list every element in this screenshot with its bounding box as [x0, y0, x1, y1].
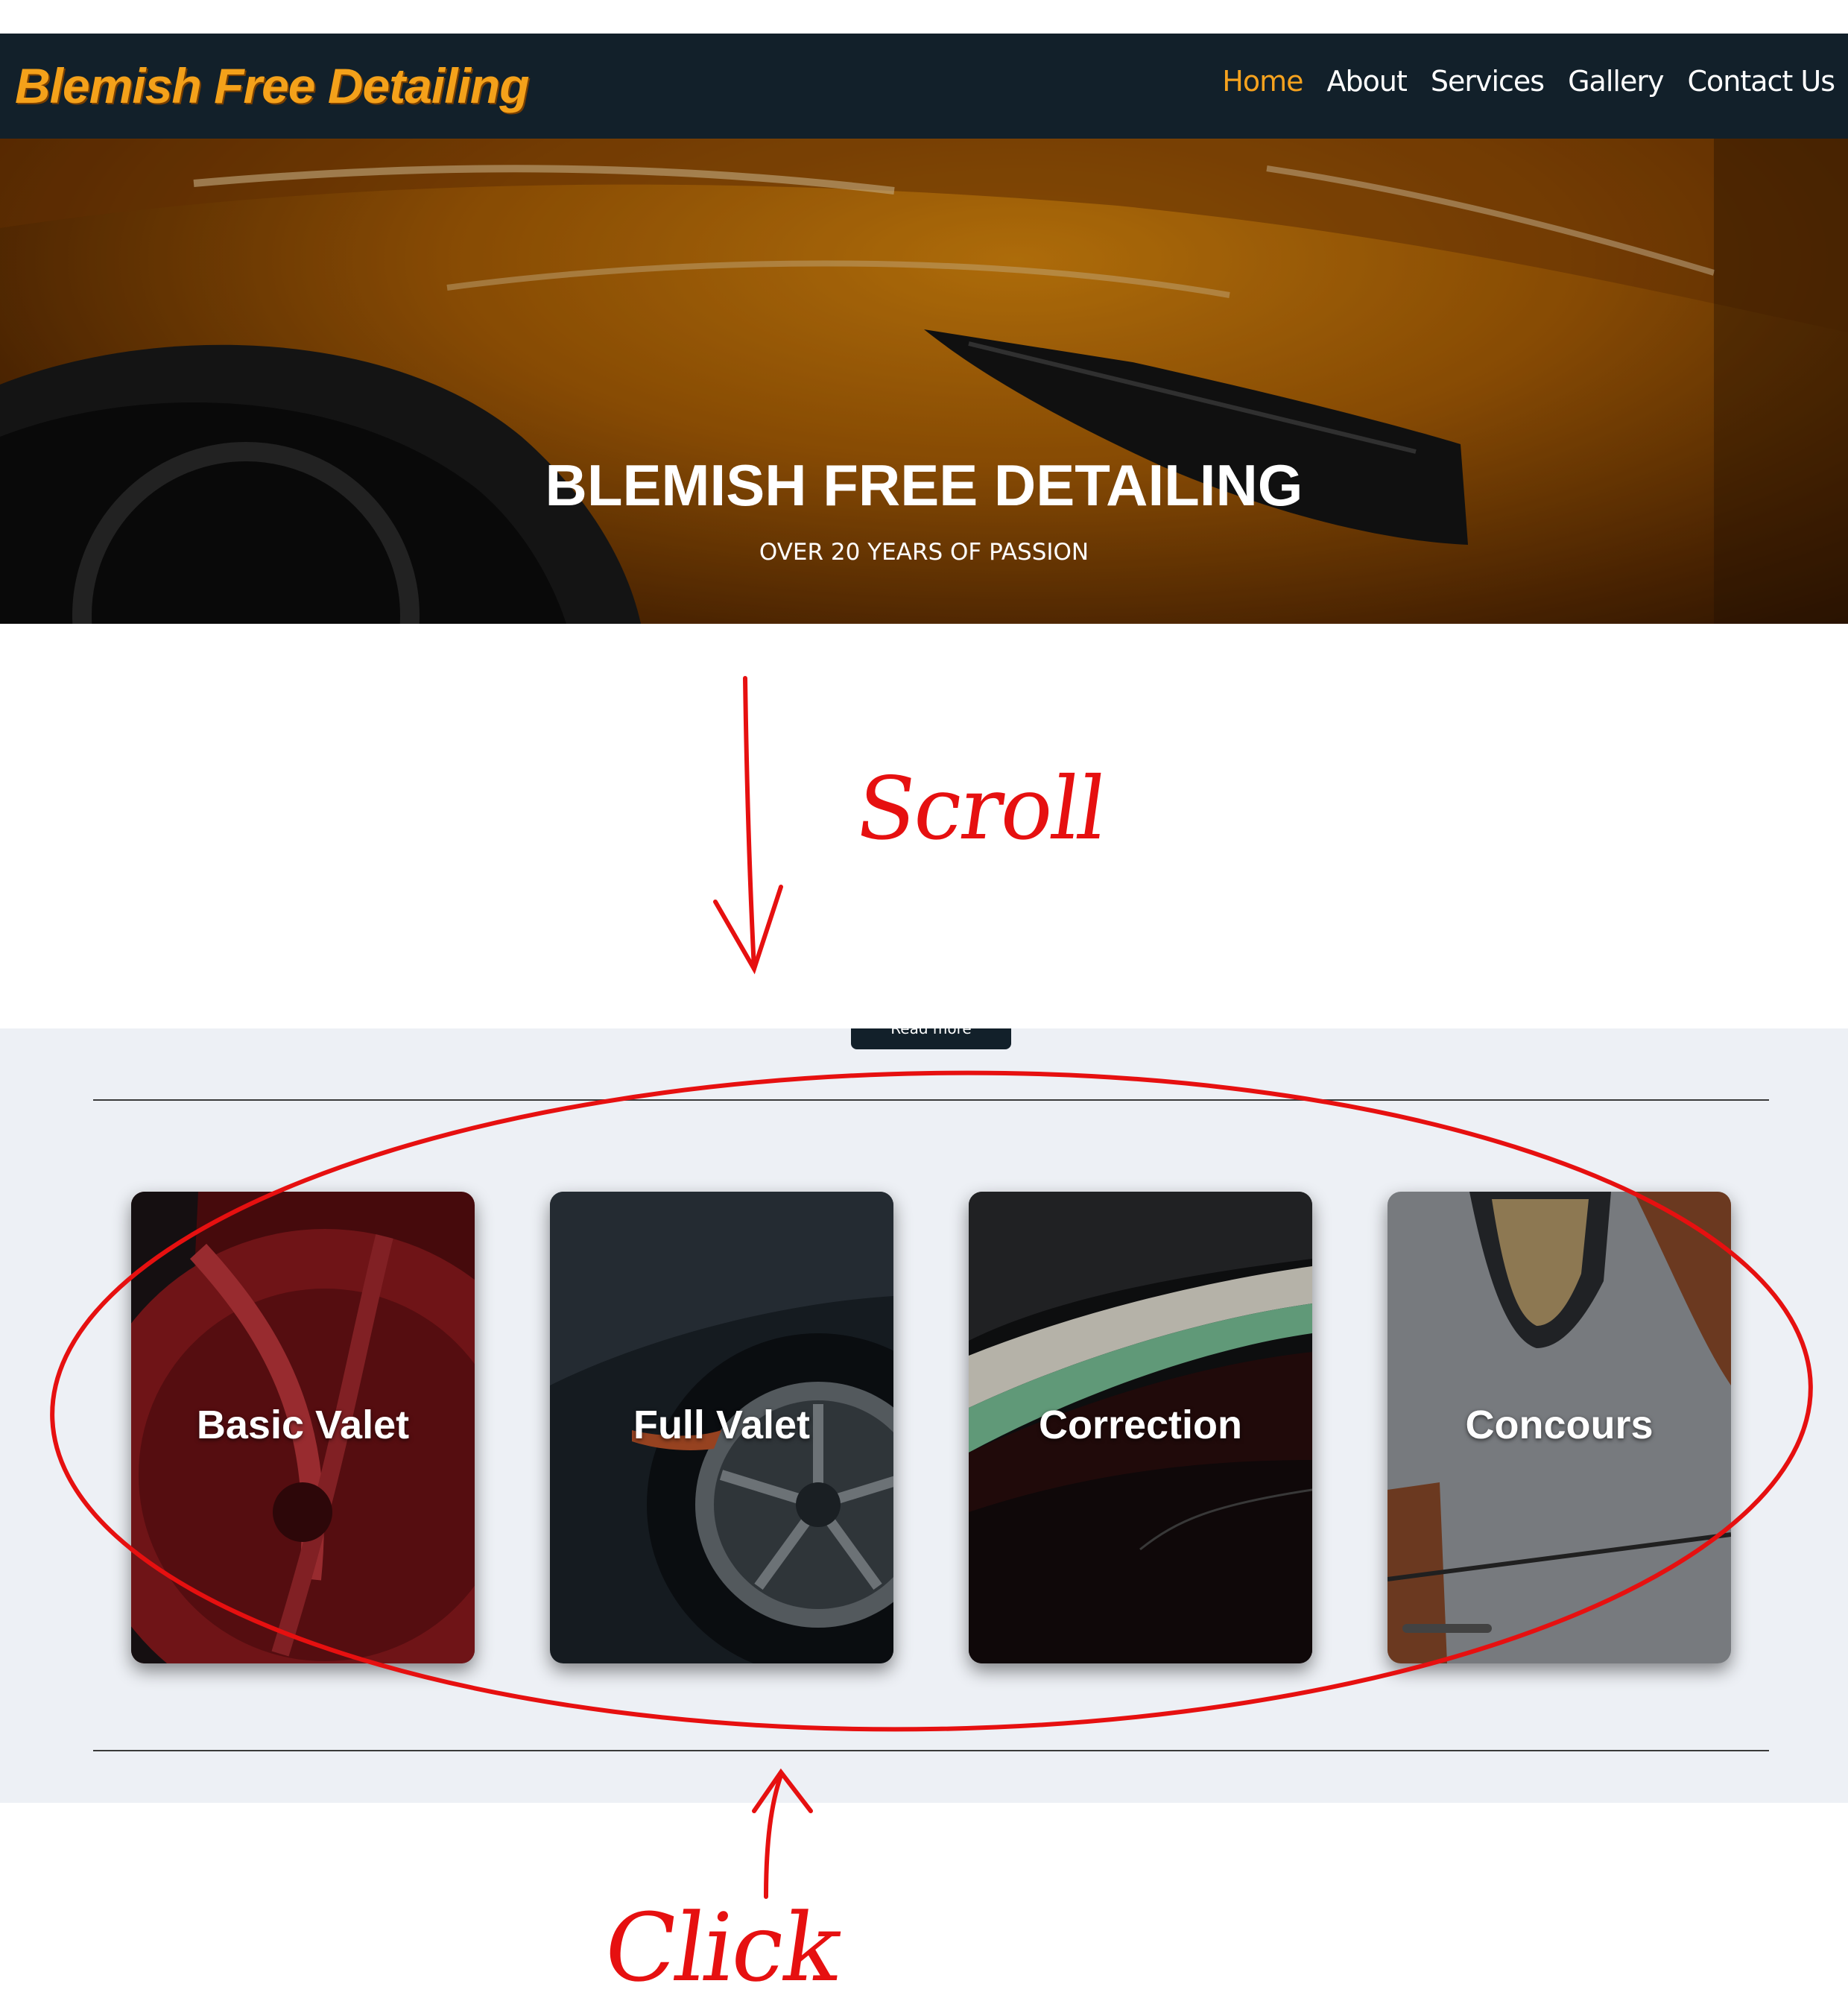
- card-label: Correction: [1038, 1403, 1243, 1447]
- card-label: Concours: [1465, 1403, 1654, 1447]
- divider-bottom: [93, 1750, 1769, 1751]
- read-more-button[interactable]: Read more: [851, 1028, 1011, 1049]
- annotation-click-label: Click: [597, 1893, 847, 2003]
- services-section: Read more Basic Valet Full Valet Correct…: [0, 1028, 1848, 1803]
- hero-subtitle: OVER 20 YEARS OF PASSION: [759, 539, 1089, 566]
- navbar: Blemish Free Detailing Home About Servic…: [0, 34, 1848, 139]
- scroll-arrow-icon: [743, 676, 756, 971]
- service-card-full-valet[interactable]: Full Valet: [550, 1192, 893, 1663]
- service-card-correction[interactable]: Correction: [969, 1192, 1312, 1663]
- divider-top: [93, 1099, 1769, 1101]
- nav-about[interactable]: About: [1327, 65, 1408, 98]
- nav-contact-us[interactable]: Contact Us: [1687, 65, 1835, 98]
- nav-home[interactable]: Home: [1222, 65, 1303, 98]
- annotation-scroll-label: Scroll: [849, 759, 1112, 859]
- service-card-basic-valet[interactable]: Basic Valet: [131, 1192, 475, 1663]
- scroll-arrowhead-icon: [713, 885, 783, 975]
- nav-services[interactable]: Services: [1431, 65, 1545, 98]
- hero-banner: BLEMISH FREE DETAILING OVER 20 YEARS OF …: [0, 139, 1848, 624]
- card-label: Full Valet: [633, 1403, 811, 1447]
- service-card-concours[interactable]: Concours: [1387, 1192, 1731, 1663]
- card-label: Basic Valet: [196, 1403, 410, 1447]
- hero-title: BLEMISH FREE DETAILING: [545, 452, 1303, 518]
- nav-gallery[interactable]: Gallery: [1568, 65, 1664, 98]
- main-nav: Home About Services Gallery Contact Us: [1222, 65, 1835, 98]
- brand-logo[interactable]: Blemish Free Detailing: [15, 57, 530, 114]
